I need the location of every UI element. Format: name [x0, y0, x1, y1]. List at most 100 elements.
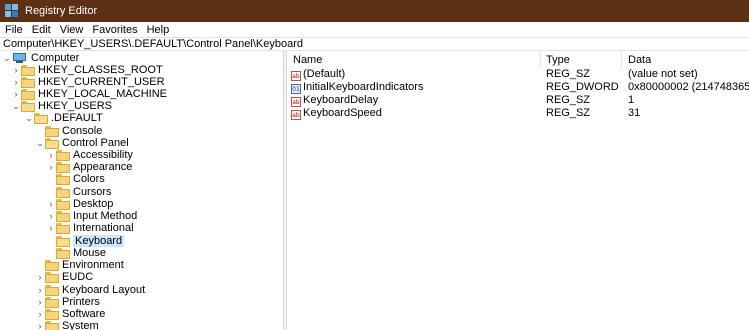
chevron-right-icon[interactable]: › — [46, 198, 56, 210]
tree-node-label: HKEY_LOCAL_MACHINE — [38, 88, 167, 100]
tree-node-system[interactable]: › System — [35, 320, 99, 330]
column-separator[interactable] — [540, 51, 541, 69]
value-name-cell: ab (Default) — [291, 68, 345, 81]
chevron-right-icon[interactable]: › — [35, 296, 45, 308]
tree-node-label: System — [62, 320, 99, 330]
chevron-right-icon[interactable]: › — [46, 210, 56, 222]
folder-icon — [56, 247, 70, 259]
value-type: REG_SZ — [546, 94, 591, 106]
menu-edit[interactable]: Edit — [32, 24, 51, 36]
values-list[interactable]: Name Type Data ab (Default) REG_SZ (value… — [287, 51, 749, 330]
menu-favorites[interactable]: Favorites — [92, 24, 137, 36]
tree-node-label: Console — [62, 125, 103, 137]
tree-node-hkey-classes-root[interactable]: › HKEY_CLASSES_ROOT — [11, 64, 163, 76]
folder-icon — [56, 222, 70, 234]
value-type: REG_DWORD — [546, 81, 619, 93]
value-name: KeyboardDelay — [303, 94, 379, 106]
title-bar: Registry Editor — [0, 0, 749, 22]
menu-view[interactable]: View — [60, 24, 84, 36]
tree-node-computer[interactable]: ⌄ Computer — [2, 52, 79, 64]
tree-node-appearance[interactable]: › Appearance — [46, 161, 133, 173]
chevron-right-icon[interactable]: › — [11, 64, 21, 76]
tree-node-label: HKEY_CLASSES_ROOT — [38, 64, 163, 76]
folder-open-icon — [21, 100, 35, 112]
folder-icon — [56, 198, 70, 210]
chevron-right-icon[interactable]: › — [46, 161, 56, 173]
tree-node-colors[interactable]: Colors — [46, 173, 105, 185]
chevron-down-icon[interactable]: ⌄ — [2, 52, 12, 64]
chevron-right-icon[interactable]: › — [11, 88, 21, 100]
folder-icon — [45, 320, 59, 330]
tree-node-console[interactable]: Console — [35, 125, 102, 137]
chevron-right-icon[interactable]: › — [35, 320, 45, 330]
tree-node-software[interactable]: › Software — [35, 308, 106, 320]
chevron-right-icon[interactable]: › — [46, 222, 56, 234]
tree-node-hkey-current-user[interactable]: › HKEY_CURRENT_USER — [11, 76, 165, 88]
tree-node-environment[interactable]: Environment — [35, 259, 124, 271]
tree-node-label: Appearance — [73, 161, 133, 173]
chevron-right-icon[interactable]: › — [35, 308, 45, 320]
registry-editor-icon — [5, 4, 19, 18]
folder-icon — [45, 284, 59, 296]
folder-open-icon — [34, 112, 48, 124]
value-type: REG_SZ — [546, 107, 591, 119]
menu-help[interactable]: Help — [147, 24, 170, 36]
tree-node-keyboard[interactable]: Keyboard — [46, 235, 125, 247]
value-name-cell: 01 InitialKeyboardIndicators — [291, 81, 423, 94]
tree-node-international[interactable]: › International — [46, 222, 134, 234]
folder-icon — [56, 210, 70, 222]
folder-icon — [56, 173, 70, 185]
table-row[interactable]: ab KeyboardSpeed REG_SZ 31 — [287, 107, 749, 120]
value-data: 0x80000002 (2147483650) — [628, 81, 749, 93]
menu-file[interactable]: File — [5, 24, 23, 36]
value-name-cell: ab KeyboardDelay — [291, 94, 378, 107]
tree-node-eudc[interactable]: › EUDC — [35, 271, 94, 283]
chevron-right-icon[interactable]: › — [35, 284, 45, 296]
tree-node-keyboard-layout[interactable]: › Keyboard Layout — [35, 284, 146, 296]
chevron-right-icon[interactable]: › — [35, 271, 45, 283]
tree-node-default[interactable]: ⌄ .DEFAULT — [24, 112, 103, 124]
registry-tree[interactable]: ⌄ Computer › HKEY_CLASSES_ROOT › HKEY_CU… — [0, 51, 283, 330]
value-name: InitialKeyboardIndicators — [303, 81, 424, 93]
column-header-type[interactable]: Type — [546, 54, 570, 66]
computer-icon — [12, 52, 28, 64]
tree-node-hkey-local-machine[interactable]: › HKEY_LOCAL_MACHINE — [11, 88, 168, 100]
folder-icon — [45, 308, 59, 320]
chevron-down-icon[interactable]: ⌄ — [24, 112, 34, 124]
column-header-data[interactable]: Data — [628, 54, 651, 66]
address-bar[interactable]: Computer\HKEY_USERS\.DEFAULT\Control Pan… — [0, 37, 749, 51]
chevron-right-icon[interactable]: › — [46, 149, 56, 161]
tree-node-label-selected: Keyboard — [73, 235, 125, 247]
tree-node-accessibility[interactable]: › Accessibility — [46, 149, 133, 161]
table-row[interactable]: ab (Default) REG_SZ (value not set) — [287, 68, 749, 81]
folder-icon — [45, 259, 59, 271]
tree-node-label: Cursors — [73, 186, 112, 198]
tree-node-label: HKEY_CURRENT_USER — [38, 76, 165, 88]
tree-node-label: Computer — [31, 52, 80, 64]
tree-node-printers[interactable]: › Printers — [35, 296, 100, 308]
binary-value-icon: 01 — [291, 84, 301, 94]
folder-open-icon — [56, 235, 70, 247]
column-header-name[interactable]: Name — [293, 54, 322, 66]
tree-node-control-panel[interactable]: ⌄ Control Panel — [35, 137, 128, 149]
tree-node-desktop[interactable]: › Desktop — [46, 198, 114, 210]
value-data: 1 — [628, 94, 635, 106]
tree-node-label: Mouse — [73, 247, 107, 259]
chevron-right-icon[interactable]: › — [11, 76, 21, 88]
table-row[interactable]: 01 InitialKeyboardIndicators REG_DWORD 0x… — [287, 81, 749, 94]
chevron-down-icon[interactable]: ⌄ — [11, 100, 21, 112]
string-value-icon: ab — [291, 97, 301, 107]
column-separator[interactable] — [621, 51, 622, 69]
folder-icon — [56, 186, 70, 198]
tree-node-cursors[interactable]: Cursors — [46, 186, 112, 198]
tree-node-mouse[interactable]: Mouse — [46, 247, 106, 259]
tree-node-input-method[interactable]: › Input Method — [46, 210, 138, 222]
table-row[interactable]: ab KeyboardDelay REG_SZ 1 — [287, 94, 749, 107]
tree-node-hkey-users[interactable]: ⌄ HKEY_USERS — [11, 100, 112, 112]
chevron-down-icon[interactable]: ⌄ — [35, 137, 45, 149]
folder-icon — [45, 271, 59, 283]
